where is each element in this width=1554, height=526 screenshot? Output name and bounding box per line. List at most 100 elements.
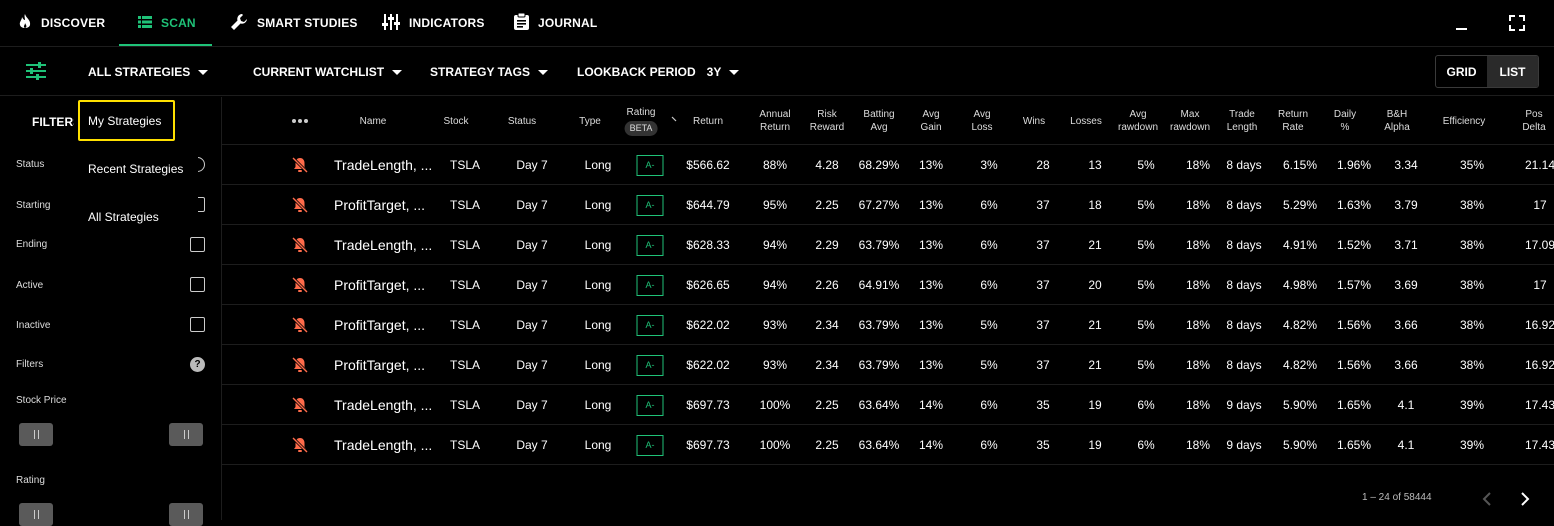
cell-max-drawdown: 18% — [1185, 438, 1211, 452]
active-checkbox[interactable] — [190, 277, 205, 292]
filter-toggle-button[interactable] — [26, 47, 46, 97]
cell-risk-reward: 2.25 — [815, 438, 839, 452]
list-view-button[interactable]: LIST — [1487, 56, 1538, 87]
sort-arrow-icon[interactable] — [671, 95, 677, 143]
header-avg-loss[interactable]: Avg Loss — [971, 97, 992, 145]
alert-off-icon[interactable] — [291, 385, 309, 425]
table-row[interactable]: TradeLength, ... TSLA Day 7 Long A- $628.33 94… — [222, 225, 1554, 265]
ending-checkbox[interactable] — [190, 237, 205, 252]
cell-name[interactable]: ProfitTarget, ... — [334, 185, 425, 225]
cell-avg-loss: 6% — [980, 198, 998, 212]
header-return[interactable]: Return — [693, 97, 723, 145]
header-type[interactable]: Type — [579, 97, 601, 145]
alert-off-icon[interactable] — [291, 345, 309, 385]
nav-discover[interactable]: DISCOVER — [18, 0, 105, 46]
dropdown-item-my-strategies[interactable]: My Strategies — [78, 100, 175, 141]
dropdown-item-all-strategies[interactable]: All Strategies — [88, 210, 159, 224]
cell-return: $622.02 — [686, 358, 730, 372]
header-pos-delta[interactable]: Pos Delta — [1522, 97, 1545, 145]
table-row[interactable]: ProfitTarget, ... TSLA Day 7 Long A- $644.79 9… — [222, 185, 1554, 225]
table-row[interactable]: ProfitTarget, ... TSLA Day 7 Long A- $626.65 9… — [222, 265, 1554, 305]
table-row[interactable]: TradeLength, ... TSLA Day 7 Long A- $697.73 10… — [222, 425, 1554, 465]
header-losses[interactable]: Losses — [1070, 97, 1102, 145]
table-row[interactable]: TradeLength, ... TSLA Day 7 Long A- $697.73 10… — [222, 385, 1554, 425]
next-page-icon[interactable] — [1515, 488, 1535, 510]
cell-avg-gain: 13% — [918, 198, 944, 212]
header-risk-reward[interactable]: Risk Reward — [810, 97, 844, 145]
header-return-rate[interactable]: Return Rate — [1278, 97, 1308, 145]
header-daily-pct[interactable]: Daily% — [1334, 97, 1356, 145]
cell-name[interactable]: TradeLength, ... — [334, 145, 432, 185]
nav-label: JOURNAL — [538, 16, 598, 30]
minimize-icon[interactable] — [1450, 12, 1472, 34]
nav-journal[interactable]: JOURNAL — [514, 0, 597, 46]
cell-type: Long — [584, 238, 612, 252]
strategy-tags-dropdown[interactable]: STRATEGY TAGS — [430, 47, 549, 97]
prev-page-icon[interactable] — [1477, 488, 1497, 510]
header-text: rawdown — [1169, 122, 1211, 133]
cell-pos-delta: 16.92 — [1524, 358, 1554, 372]
header-status[interactable]: Status — [508, 97, 536, 145]
active-label: Active — [16, 280, 44, 291]
header-rating[interactable]: Rating BETA — [624, 97, 658, 145]
alert-off-icon[interactable] — [291, 265, 309, 305]
cell-avg-gain: 13% — [918, 358, 944, 372]
cell-stock: TSLA — [449, 198, 481, 212]
cell-losses: 21 — [1088, 318, 1102, 332]
header-batting-avg[interactable]: Batting Avg — [863, 97, 894, 145]
rating-max-handle[interactable] — [169, 503, 203, 526]
table-row[interactable]: ProfitTarget, ... TSLA Day 7 Long A- $622.02 9… — [222, 345, 1554, 385]
header-text: Return — [759, 122, 791, 133]
cell-name[interactable]: ProfitTarget, ... — [334, 305, 425, 345]
header-name[interactable]: Name — [360, 97, 387, 145]
rating-badge: A- — [636, 354, 664, 376]
header-efficiency[interactable]: Efficiency — [1443, 97, 1486, 145]
header-avg-gain[interactable]: Avg Gain — [920, 97, 941, 145]
table-row[interactable]: ProfitTarget, ... TSLA Day 7 Long A- $622.02 9… — [222, 305, 1554, 345]
header-text: Alpha — [1384, 122, 1410, 133]
help-icon[interactable]: ? — [190, 357, 205, 372]
alert-off-icon[interactable] — [291, 225, 309, 265]
more-options-icon[interactable] — [291, 97, 309, 145]
cell-stock: TSLA — [449, 438, 481, 452]
alert-off-icon[interactable] — [291, 305, 309, 345]
header-stock[interactable]: Stock — [443, 97, 468, 145]
cell-name[interactable]: TradeLength, ... — [334, 385, 432, 425]
table-row[interactable]: TradeLength, ... TSLA Day 7 Long A- $566.62 88… — [222, 145, 1554, 185]
alert-off-icon[interactable] — [291, 425, 309, 465]
nav-smart-studies[interactable]: SMART STUDIES — [230, 0, 358, 46]
rating-badge: A- — [636, 154, 664, 176]
stock-price-max-handle[interactable] — [169, 423, 203, 446]
stock-price-min-handle[interactable] — [19, 423, 53, 446]
cell-trade-length: 8 days — [1226, 358, 1262, 372]
cell-name[interactable]: ProfitTarget, ... — [334, 345, 425, 385]
grid-view-button[interactable]: GRID — [1436, 56, 1487, 87]
header-text: Trade — [1229, 109, 1255, 120]
header-wins[interactable]: Wins — [1023, 97, 1045, 145]
cell-name[interactable]: TradeLength, ... — [334, 225, 432, 265]
dropdown-item-recent-strategies[interactable]: Recent Strategies — [88, 162, 183, 176]
cell-pos-delta: 17.43 — [1524, 438, 1554, 452]
current-watchlist-dropdown[interactable]: CURRENT WATCHLIST — [253, 47, 403, 97]
cell-daily-pct: 1.65% — [1336, 398, 1372, 412]
cell-risk-reward: 2.25 — [815, 398, 839, 412]
header-max-drawdown[interactable]: Max rawdown — [1170, 97, 1210, 145]
lookback-value: 3Y — [706, 65, 722, 79]
inactive-checkbox[interactable] — [190, 317, 205, 332]
nav-indicators[interactable]: INDICATORS — [382, 0, 485, 46]
lookback-period-dropdown[interactable]: LOOKBACK PERIOD 3Y — [577, 47, 740, 97]
cell-stock: TSLA — [449, 358, 481, 372]
fullscreen-icon[interactable] — [1506, 12, 1528, 34]
header-avg-drawdown[interactable]: Avg rawdown — [1118, 97, 1158, 145]
rating-min-handle[interactable] — [19, 503, 53, 526]
nav-scan[interactable]: SCAN — [138, 0, 196, 46]
header-trade-length[interactable]: Trade Length — [1227, 97, 1258, 145]
alert-off-icon[interactable] — [291, 145, 309, 185]
alert-off-icon[interactable] — [291, 185, 309, 225]
header-annual-return[interactable]: Annual Return — [759, 97, 790, 145]
header-bh-alpha[interactable]: B&H Alpha — [1384, 97, 1410, 145]
cell-name[interactable]: TradeLength, ... — [334, 425, 432, 465]
all-strategies-dropdown[interactable]: ALL STRATEGIES — [88, 47, 209, 97]
status-label: Status — [16, 159, 45, 170]
cell-name[interactable]: ProfitTarget, ... — [334, 265, 425, 305]
